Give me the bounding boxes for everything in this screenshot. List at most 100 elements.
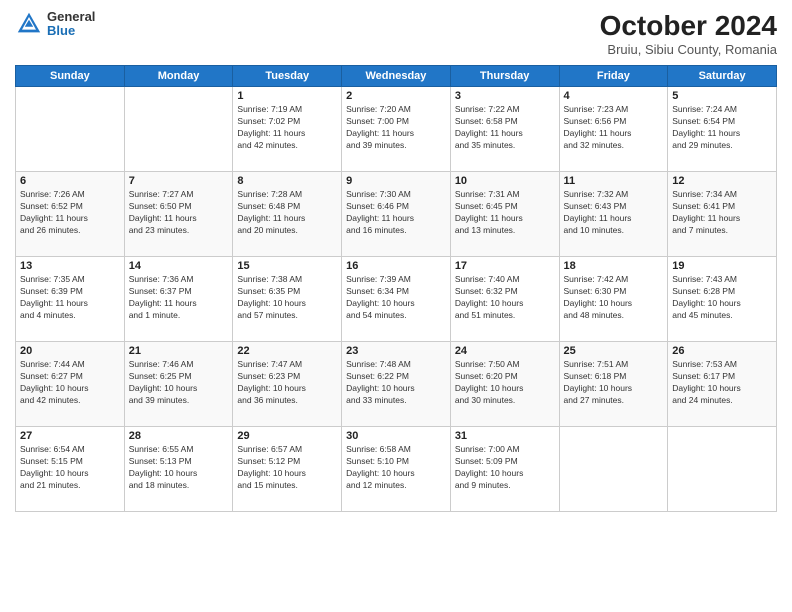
calendar-cell: 16 Sunrise: 7:39 AMSunset: 6:34 PMDayligh… — [342, 257, 451, 342]
calendar-week-row: 6Sunrise: 7:26 AMSunset: 6:52 PMDaylight… — [16, 172, 777, 257]
subtitle: Bruiu, Sibiu County, Romania — [600, 42, 777, 57]
cell-text: Sunrise: 7:00 AMSunset: 5:09 PMDaylight:… — [455, 444, 555, 492]
cell-text: Sunrise: 7:36 AMSunset: 6:37 PMDaylight:… — [129, 274, 229, 322]
day-header-monday: Monday — [124, 66, 233, 87]
day-number: 28 — [129, 430, 229, 442]
header-row: SundayMondayTuesdayWednesdayThursdayFrid… — [16, 66, 777, 87]
calendar-cell — [559, 427, 668, 512]
day-number: 4 — [564, 90, 664, 102]
day-number: 14 — [129, 260, 229, 272]
day-number: 9 — [346, 175, 446, 187]
calendar-cell: 13 Sunrise: 7:35 AMSunset: 6:39 PMDayligh… — [16, 257, 125, 342]
calendar-table: SundayMondayTuesdayWednesdayThursdayFrid… — [15, 65, 777, 512]
calendar-cell: 8 Sunrise: 7:28 AMSunset: 6:48 PMDaylight… — [233, 172, 342, 257]
day-number: 19 — [672, 260, 772, 272]
calendar-cell: 25Sunrise: 7:51 AMSunset: 6:18 PMDayligh… — [559, 342, 668, 427]
day-number: 3 — [455, 90, 555, 102]
cell-text: Sunrise: 7:43 AMSunset: 6:28 PMDaylight:… — [672, 274, 772, 322]
title-block: October 2024 Bruiu, Sibiu County, Romani… — [600, 10, 777, 57]
day-number: 10 — [455, 175, 555, 187]
calendar-cell: 24 Sunrise: 7:50 AMSunset: 6:20 PMDayligh… — [450, 342, 559, 427]
cell-text: Sunrise: 7:23 AMSunset: 6:56 PMDaylight:… — [564, 104, 664, 152]
cell-text: Sunrise: 7:44 AMSunset: 6:27 PMDaylight:… — [20, 359, 120, 407]
cell-text: Sunrise: 7:24 AMSunset: 6:54 PMDaylight:… — [672, 104, 772, 152]
calendar-cell: 15Sunrise: 7:38 AMSunset: 6:35 PMDayligh… — [233, 257, 342, 342]
calendar-cell: 6Sunrise: 7:26 AMSunset: 6:52 PMDaylight… — [16, 172, 125, 257]
calendar-cell: 1 Sunrise: 7:19 AMSunset: 7:02 PMDaylight… — [233, 87, 342, 172]
calendar-cell: 21Sunrise: 7:46 AMSunset: 6:25 PMDayligh… — [124, 342, 233, 427]
calendar-cell: 11Sunrise: 7:32 AMSunset: 6:43 PMDayligh… — [559, 172, 668, 257]
cell-text: Sunrise: 7:30 AMSunset: 6:46 PMDaylight:… — [346, 189, 446, 237]
day-number: 22 — [237, 345, 337, 357]
cell-text: Sunrise: 7:53 AMSunset: 6:17 PMDaylight:… — [672, 359, 772, 407]
cell-text: Sunrise: 7:50 AMSunset: 6:20 PMDaylight:… — [455, 359, 555, 407]
cell-text: Sunrise: 7:39 AMSunset: 6:34 PMDaylight:… — [346, 274, 446, 322]
day-number: 24 — [455, 345, 555, 357]
calendar-cell: 31 Sunrise: 7:00 AMSunset: 5:09 PMDayligh… — [450, 427, 559, 512]
calendar-cell: 10 Sunrise: 7:31 AMSunset: 6:45 PMDayligh… — [450, 172, 559, 257]
calendar-cell: 3 Sunrise: 7:22 AMSunset: 6:58 PMDaylight… — [450, 87, 559, 172]
calendar-cell: 2 Sunrise: 7:20 AMSunset: 7:00 PMDaylight… — [342, 87, 451, 172]
day-number: 26 — [672, 345, 772, 357]
calendar-cell: 4 Sunrise: 7:23 AMSunset: 6:56 PMDaylight… — [559, 87, 668, 172]
calendar-cell: 19 Sunrise: 7:43 AMSunset: 6:28 PMDayligh… — [668, 257, 777, 342]
cell-text: Sunrise: 7:48 AMSunset: 6:22 PMDaylight:… — [346, 359, 446, 407]
day-number: 11 — [564, 175, 664, 187]
day-number: 13 — [20, 260, 120, 272]
day-header-sunday: Sunday — [16, 66, 125, 87]
calendar-cell: 9 Sunrise: 7:30 AMSunset: 6:46 PMDaylight… — [342, 172, 451, 257]
day-number: 2 — [346, 90, 446, 102]
cell-text: Sunrise: 7:35 AMSunset: 6:39 PMDaylight:… — [20, 274, 120, 322]
day-number: 23 — [346, 345, 446, 357]
day-number: 21 — [129, 345, 229, 357]
day-number: 1 — [237, 90, 337, 102]
cell-text: Sunrise: 7:40 AMSunset: 6:32 PMDaylight:… — [455, 274, 555, 322]
day-number: 7 — [129, 175, 229, 187]
calendar-cell: 22 Sunrise: 7:47 AMSunset: 6:23 PMDayligh… — [233, 342, 342, 427]
cell-text: Sunrise: 6:55 AMSunset: 5:13 PMDaylight:… — [129, 444, 229, 492]
cell-text: Sunrise: 7:20 AMSunset: 7:00 PMDaylight:… — [346, 104, 446, 152]
cell-text: Sunrise: 7:51 AMSunset: 6:18 PMDaylight:… — [564, 359, 664, 407]
header: General Blue October 2024 Bruiu, Sibiu C… — [15, 10, 777, 57]
cell-text: Sunrise: 6:57 AMSunset: 5:12 PMDaylight:… — [237, 444, 337, 492]
calendar-cell: 29 Sunrise: 6:57 AMSunset: 5:12 PMDayligh… — [233, 427, 342, 512]
cell-text: Sunrise: 7:47 AMSunset: 6:23 PMDaylight:… — [237, 359, 337, 407]
calendar-cell: 14 Sunrise: 7:36 AMSunset: 6:37 PMDayligh… — [124, 257, 233, 342]
day-number: 29 — [237, 430, 337, 442]
day-number: 18 — [564, 260, 664, 272]
cell-text: Sunrise: 7:22 AMSunset: 6:58 PMDaylight:… — [455, 104, 555, 152]
calendar-week-row: 20 Sunrise: 7:44 AMSunset: 6:27 PMDayligh… — [16, 342, 777, 427]
logo-general-text: General — [47, 10, 95, 24]
day-number: 31 — [455, 430, 555, 442]
calendar-week-row: 1 Sunrise: 7:19 AMSunset: 7:02 PMDaylight… — [16, 87, 777, 172]
calendar-cell: 26 Sunrise: 7:53 AMSunset: 6:17 PMDayligh… — [668, 342, 777, 427]
cell-text: Sunrise: 7:28 AMSunset: 6:48 PMDaylight:… — [237, 189, 337, 237]
calendar-cell — [668, 427, 777, 512]
calendar-week-row: 13 Sunrise: 7:35 AMSunset: 6:39 PMDayligh… — [16, 257, 777, 342]
day-number: 12 — [672, 175, 772, 187]
calendar-page: General Blue October 2024 Bruiu, Sibiu C… — [0, 0, 792, 612]
cell-text: Sunrise: 7:27 AMSunset: 6:50 PMDaylight:… — [129, 189, 229, 237]
main-title: October 2024 — [600, 10, 777, 42]
cell-text: Sunrise: 6:54 AMSunset: 5:15 PMDaylight:… — [20, 444, 120, 492]
day-number: 27 — [20, 430, 120, 442]
day-number: 30 — [346, 430, 446, 442]
cell-text: Sunrise: 7:26 AMSunset: 6:52 PMDaylight:… — [20, 189, 120, 237]
calendar-cell: 30Sunrise: 6:58 AMSunset: 5:10 PMDayligh… — [342, 427, 451, 512]
calendar-cell: 28 Sunrise: 6:55 AMSunset: 5:13 PMDayligh… — [124, 427, 233, 512]
calendar-cell: 12Sunrise: 7:34 AMSunset: 6:41 PMDayligh… — [668, 172, 777, 257]
logo-blue-text: Blue — [47, 24, 95, 38]
cell-text: Sunrise: 7:31 AMSunset: 6:45 PMDaylight:… — [455, 189, 555, 237]
day-number: 8 — [237, 175, 337, 187]
calendar-cell: 7 Sunrise: 7:27 AMSunset: 6:50 PMDaylight… — [124, 172, 233, 257]
cell-text: Sunrise: 7:19 AMSunset: 7:02 PMDaylight:… — [237, 104, 337, 152]
day-header-friday: Friday — [559, 66, 668, 87]
day-number: 16 — [346, 260, 446, 272]
day-number: 5 — [672, 90, 772, 102]
calendar-cell — [16, 87, 125, 172]
calendar-cell: 23 Sunrise: 7:48 AMSunset: 6:22 PMDayligh… — [342, 342, 451, 427]
cell-text: Sunrise: 7:42 AMSunset: 6:30 PMDaylight:… — [564, 274, 664, 322]
day-number: 20 — [20, 345, 120, 357]
calendar-cell: 20 Sunrise: 7:44 AMSunset: 6:27 PMDayligh… — [16, 342, 125, 427]
day-header-wednesday: Wednesday — [342, 66, 451, 87]
